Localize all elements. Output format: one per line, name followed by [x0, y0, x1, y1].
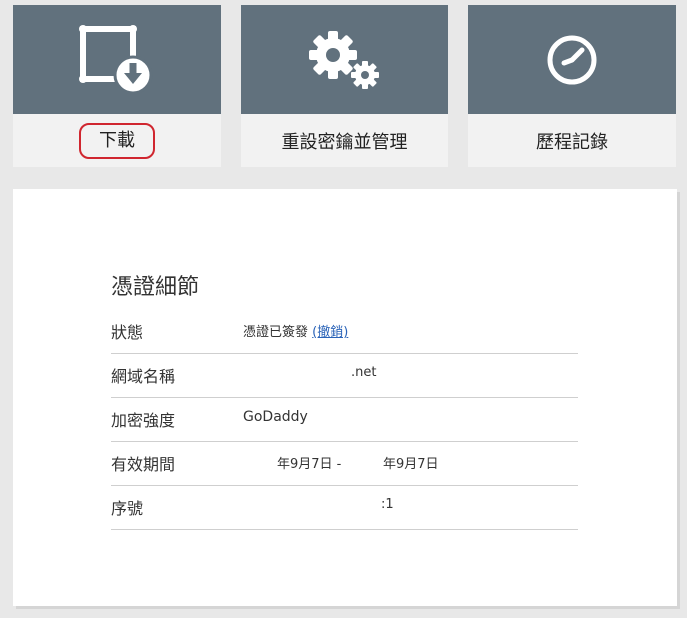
details-title: 憑證細節: [111, 275, 200, 300]
domain-label: 網域名稱: [111, 367, 176, 386]
serial-value: :1: [381, 497, 394, 512]
validity-end: 年9月7日: [383, 457, 439, 472]
download-tile[interactable]: 下載: [13, 5, 221, 167]
history-tile-label: 歷程記錄: [536, 131, 608, 153]
serial-label: 序號: [111, 499, 144, 518]
status-value-group: 憑證已簽發 (撤銷): [243, 321, 348, 340]
encryption-row: 加密強度 GoDaddy: [111, 397, 578, 442]
validity-label: 有效期間: [111, 455, 176, 474]
download-label: 下載: [79, 122, 155, 159]
domain-value: .net: [351, 365, 377, 380]
rekey-manage-tile[interactable]: 重設密鑰並管理: [241, 5, 448, 167]
encryption-value: GoDaddy: [243, 409, 308, 425]
history-tile[interactable]: 歷程記錄: [468, 5, 676, 167]
certificate-download-icon: [79, 24, 153, 94]
history-tile-icon-area: [468, 5, 676, 114]
status-label: 狀態: [111, 323, 144, 342]
download-tile-label-wrap: 下載: [13, 114, 221, 167]
rekey-tile-label: 重設密鑰並管理: [281, 131, 408, 153]
validity-row: 有效期間 年9月7日 - 年9月7日: [111, 441, 578, 486]
domain-row: 網域名稱 .net: [111, 353, 578, 398]
certificate-details-panel: 憑證細節 狀態 憑證已簽發 (撤銷) 網域名稱 .net 加密強度 GoDadd…: [13, 189, 677, 606]
revoke-link[interactable]: (撤銷): [312, 325, 348, 340]
clock-icon: [547, 35, 597, 84]
validity-start: 年9月7日 -: [277, 457, 342, 472]
gears-icon: [308, 30, 379, 89]
download-tile-icon-area: [13, 5, 221, 114]
rekey-tile-icon-area: [241, 5, 448, 114]
encryption-label: 加密強度: [111, 411, 176, 430]
status-row: 狀態 憑證已簽發 (撤銷): [111, 309, 578, 354]
serial-row: 序號 :1: [111, 485, 578, 530]
status-value: 憑證已簽發: [243, 325, 309, 340]
